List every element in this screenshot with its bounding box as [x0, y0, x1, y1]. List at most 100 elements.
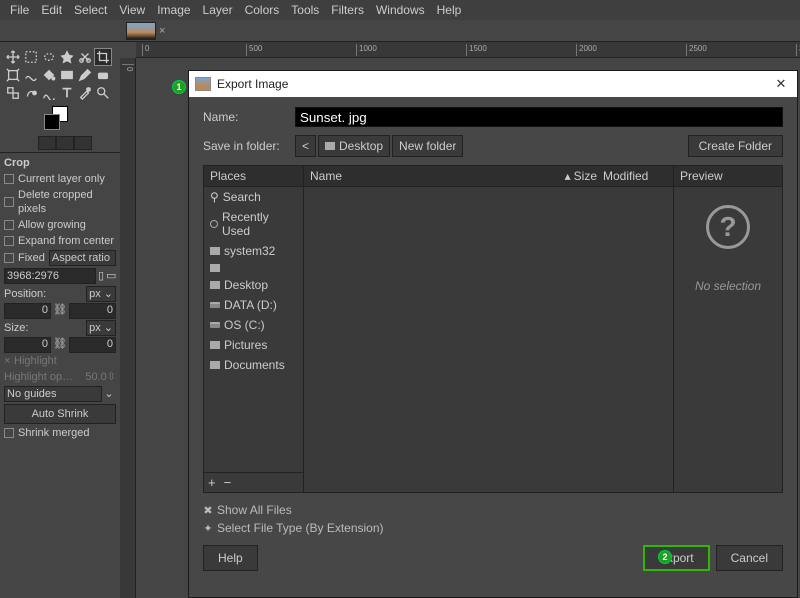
tool-bucket[interactable]	[40, 66, 58, 84]
size-link-icon[interactable]: ⛓	[53, 337, 67, 353]
places-blank[interactable]	[204, 261, 303, 275]
aspect-ratio-field[interactable]: 3968:2976	[4, 268, 96, 284]
create-folder-button[interactable]: Create Folder	[688, 135, 783, 157]
fg-bg-colors[interactable]	[0, 104, 120, 136]
remove-bookmark-button[interactable]: −	[224, 475, 232, 490]
places-data-d[interactable]: DATA (D:)	[204, 295, 303, 315]
checkbox-fixed[interactable]	[4, 253, 14, 263]
opt-expand-center: Expand from center	[18, 234, 114, 248]
breadcrumb-desktop[interactable]: Desktop	[318, 135, 390, 157]
size-h[interactable]: 0	[69, 337, 116, 353]
breadcrumb-newfolder[interactable]: New folder	[392, 135, 463, 157]
folder-icon	[210, 361, 220, 369]
places-documents[interactable]: Documents	[204, 355, 303, 375]
tool-clone[interactable]	[4, 84, 22, 102]
tool-text[interactable]	[58, 84, 76, 102]
show-all-files-toggle[interactable]: ✖Show All Files	[203, 501, 783, 519]
tool-smudge[interactable]	[22, 84, 40, 102]
ruler-horizontal[interactable]: 0 500 1000 1500 2000 2500 3000	[136, 42, 800, 58]
orientation-portrait-icon[interactable]: ▯	[96, 269, 106, 283]
tool-pencil[interactable]	[76, 66, 94, 84]
toolbox: Crop Current layer only Delete cropped p…	[0, 42, 120, 598]
dialog-title: Export Image	[217, 77, 771, 91]
places-search[interactable]: ⚲Search	[204, 187, 303, 207]
filename-input[interactable]	[295, 107, 783, 127]
menu-help[interactable]: Help	[431, 3, 468, 17]
menu-colors[interactable]: Colors	[239, 3, 286, 17]
drive-icon	[210, 322, 220, 328]
position-link-icon[interactable]: ⛓	[53, 303, 67, 319]
menu-layer[interactable]: Layer	[197, 3, 239, 17]
size-unit[interactable]: px ⌄	[86, 320, 116, 336]
help-button[interactable]: Help	[203, 545, 258, 571]
close-image-icon[interactable]: ×	[159, 25, 165, 37]
cancel-button[interactable]: Cancel	[716, 545, 783, 571]
folder-icon	[210, 341, 220, 349]
select-file-type-toggle[interactable]: ✦Select File Type (By Extension)	[203, 519, 783, 537]
col-name[interactable]: Name	[310, 169, 557, 183]
places-desktop[interactable]: Desktop	[204, 275, 303, 295]
tool-rect-select[interactable]	[22, 48, 40, 66]
checkbox-shrink-merged[interactable]	[4, 428, 14, 438]
export-button[interactable]: Export	[643, 545, 710, 571]
dock-tab-2[interactable]	[56, 136, 74, 150]
checkbox-expand-center[interactable]	[4, 236, 14, 246]
tool-zoom[interactable]	[94, 84, 112, 102]
dialog-titlebar[interactable]: Export Image ✕	[189, 71, 797, 97]
position-x[interactable]: 0	[4, 303, 51, 319]
fixed-mode-select[interactable]: Aspect ratio ⌄	[49, 250, 116, 266]
places-recent[interactable]: Recently Used	[204, 207, 303, 241]
position-y[interactable]: 0	[69, 303, 116, 319]
tool-paths[interactable]	[40, 84, 58, 102]
ruler-vertical[interactable]: 0	[120, 58, 136, 598]
preview-header: Preview	[674, 166, 782, 187]
tool-scissors[interactable]	[76, 48, 94, 66]
menu-tools[interactable]: Tools	[285, 3, 325, 17]
size-w[interactable]: 0	[4, 337, 51, 353]
highlight-opacity-value[interactable]: 50.0	[85, 370, 106, 384]
name-label: Name:	[203, 110, 295, 124]
add-bookmark-button[interactable]: +	[208, 475, 216, 490]
checkbox-current-layer[interactable]	[4, 174, 14, 184]
annotation-marker-1: 1	[172, 80, 186, 94]
no-selection-text: No selection	[695, 279, 761, 293]
checkbox-delete-cropped[interactable]	[4, 197, 14, 207]
tool-gradient[interactable]	[58, 66, 76, 84]
guides-select[interactable]: No guides	[4, 386, 102, 402]
tool-fuzzy-select[interactable]	[58, 48, 76, 66]
col-modified[interactable]: Modified	[597, 169, 667, 183]
tool-options-header: Crop	[4, 155, 116, 171]
ruler-tick: 0	[142, 44, 149, 56]
dock-tab-1[interactable]	[38, 136, 56, 150]
breadcrumb-back[interactable]: <	[295, 135, 316, 157]
tool-warp[interactable]	[22, 66, 40, 84]
checkbox-allow-growing[interactable]	[4, 220, 14, 230]
menu-view[interactable]: View	[113, 3, 151, 17]
col-size[interactable]: ▴Size	[557, 169, 597, 183]
auto-shrink-button[interactable]: Auto Shrink	[4, 404, 116, 424]
orientation-landscape-icon[interactable]: ▭	[106, 269, 116, 283]
tool-free-select[interactable]	[40, 48, 58, 66]
question-mark-icon: ?	[706, 205, 750, 249]
menu-select[interactable]: Select	[68, 3, 113, 17]
menu-filters[interactable]: Filters	[325, 3, 370, 17]
tool-color-picker[interactable]	[76, 84, 94, 102]
fg-color-swatch[interactable]	[44, 114, 60, 130]
tool-move[interactable]	[4, 48, 22, 66]
file-list[interactable]: Name ▴Size Modified	[304, 166, 674, 492]
position-unit[interactable]: px ⌄	[86, 286, 116, 302]
menu-file[interactable]: File	[4, 3, 35, 17]
places-os-c[interactable]: OS (C:)	[204, 315, 303, 335]
menu-image[interactable]: Image	[151, 3, 196, 17]
places-pictures[interactable]: Pictures	[204, 335, 303, 355]
places-system32[interactable]: system32	[204, 241, 303, 261]
tool-transform[interactable]	[4, 66, 22, 84]
image-thumbnail[interactable]	[126, 22, 156, 40]
highlight-opacity-label: Highlight op…	[4, 370, 85, 384]
menu-windows[interactable]: Windows	[370, 3, 431, 17]
close-icon[interactable]: ✕	[771, 76, 791, 92]
tool-eraser[interactable]	[94, 66, 112, 84]
tool-crop[interactable]	[94, 48, 112, 66]
dock-tab-3[interactable]	[74, 136, 92, 150]
menu-edit[interactable]: Edit	[35, 3, 68, 17]
